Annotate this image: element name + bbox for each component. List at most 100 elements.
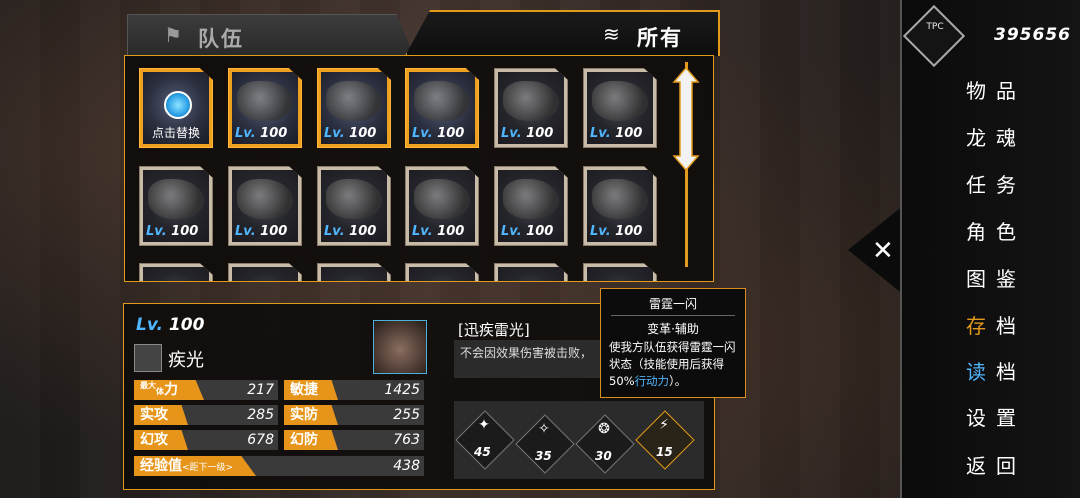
- dragon-card[interactable]: Lv. 100: [583, 68, 657, 148]
- dragon-portrait: [237, 179, 293, 219]
- lv-prefix: Lv.: [590, 224, 611, 239]
- swap-label: 点击替换: [151, 126, 200, 140]
- dragon-card[interactable]: [317, 263, 391, 281]
- dragon-card[interactable]: [405, 263, 479, 281]
- skill-cost: 15: [656, 445, 673, 459]
- menu-item-load-label: 读档: [966, 360, 1026, 384]
- skill-slot-bar: ✦ 45 ✧ 35 ❂ 30 ⚡ 15: [454, 401, 704, 479]
- stat-mdef-label: 幻防: [284, 430, 338, 450]
- dragon-card[interactable]: [228, 263, 302, 281]
- skill-name: [迅疾雷光]: [458, 321, 530, 339]
- dragon-name: 疾光: [168, 350, 204, 371]
- menu-item-codex[interactable]: 图鉴: [966, 263, 1026, 292]
- lv-prefix: Lv.: [324, 224, 345, 239]
- dragon-card[interactable]: [583, 263, 657, 281]
- dragon-grid: 点击替换 Lv. 100 Lv. 100 Lv. 100 Lv. 100 Lv.…: [124, 55, 714, 282]
- stat-hp-label: 最大体力: [134, 380, 204, 400]
- lv-value: 100: [260, 224, 288, 239]
- card-level: Lv. 100: [324, 126, 376, 141]
- card-level: Lv. 100: [412, 224, 464, 239]
- stat-hp-small2: 体: [156, 387, 164, 396]
- menu-item-load[interactable]: 读档: [966, 356, 1026, 385]
- dragon-card-swap[interactable]: 点击替换: [139, 68, 213, 148]
- menu-item-quests[interactable]: 任务: [966, 169, 1026, 198]
- skill-tooltip: 雷霆一闪 变革·辅助 使我方队伍获得雷霆一闪状态（技能使用后获得50%行动力）。: [600, 288, 746, 398]
- currency-value: 395656: [994, 25, 1071, 45]
- lv-value: 100: [526, 224, 554, 239]
- detail-level: Lv. 100: [136, 315, 204, 335]
- lv-prefix: Lv.: [412, 224, 433, 239]
- tab-all[interactable]: ≋ 所有: [405, 10, 720, 56]
- card-art: [409, 267, 475, 281]
- dragon-card[interactable]: Lv. 100: [228, 68, 302, 148]
- lv-prefix: Lv.: [235, 224, 256, 239]
- dragon-portrait: [326, 81, 382, 121]
- card-level: Lv. 100: [324, 224, 376, 239]
- card-level: Lv. 100: [501, 126, 553, 141]
- card-art: [321, 267, 387, 281]
- dragon-portrait: [414, 179, 470, 219]
- tab-team[interactable]: ⚑ 队伍: [127, 14, 414, 56]
- card-level: Lv. 100: [501, 224, 553, 239]
- menu-item-dragon-soul[interactable]: 龙魂: [966, 122, 1026, 151]
- tab-team-label: 队伍: [198, 27, 244, 51]
- swap-icon: [164, 91, 192, 119]
- card-art: [143, 267, 209, 281]
- equipped-item-pot-icon[interactable]: [373, 320, 427, 374]
- dragon-card[interactable]: Lv. 100: [405, 166, 479, 246]
- card-art: [587, 267, 653, 281]
- tooltip-title: 雷霆一闪: [648, 297, 697, 311]
- menu-item-items[interactable]: 物品: [966, 75, 1026, 104]
- menu-item-back[interactable]: 返回: [966, 450, 1026, 479]
- lv-value: 100: [168, 315, 205, 335]
- stat-matk-label: 幻攻: [134, 430, 188, 450]
- lv-value: 100: [437, 224, 465, 239]
- exp-label-main: 经验值: [140, 458, 182, 474]
- card-level: Lv. 100: [146, 224, 198, 239]
- lv-prefix: Lv.: [590, 126, 611, 141]
- dragon-card[interactable]: Lv. 100: [317, 166, 391, 246]
- lv-prefix: Lv.: [235, 126, 256, 141]
- dragon-portrait: [503, 81, 559, 121]
- dragon-portrait: [592, 179, 648, 219]
- lv-prefix: Lv.: [324, 126, 345, 141]
- lv-value: 100: [171, 224, 199, 239]
- lv-prefix: Lv.: [501, 224, 522, 239]
- menu-item-settings[interactable]: 设置: [966, 402, 1026, 431]
- dragon-card[interactable]: Lv. 100: [494, 166, 568, 246]
- dragon-portrait: [414, 81, 470, 121]
- tooltip-description: 使我方队伍获得雷霆一闪状态（技能使用后获得50%行动力）。: [609, 339, 741, 390]
- card-level: Lv. 100: [412, 126, 464, 141]
- dragon-card[interactable]: [139, 263, 213, 281]
- close-icon[interactable]: ✕: [872, 236, 894, 266]
- dragon-card[interactable]: Lv. 100: [583, 166, 657, 246]
- dragon-card[interactable]: Lv. 100: [317, 68, 391, 148]
- exp-label-sub: <距下一级>: [182, 463, 234, 473]
- card-level: Lv. 100: [235, 126, 287, 141]
- scrollbar-thumb[interactable]: [672, 68, 700, 170]
- card-art: [498, 267, 564, 281]
- lv-value: 100: [526, 126, 554, 141]
- dragon-card[interactable]: [494, 263, 568, 281]
- lv-value: 100: [260, 126, 288, 141]
- dragon-card[interactable]: Lv. 100: [494, 68, 568, 148]
- dragon-card[interactable]: Lv. 100: [405, 68, 479, 148]
- stat-hp-big: 力: [164, 382, 178, 398]
- lv-prefix: Lv.: [501, 126, 522, 141]
- menu-item-characters[interactable]: 角色: [966, 216, 1026, 245]
- layers-icon: ≋: [603, 22, 620, 46]
- dragon-portrait: [326, 179, 382, 219]
- lv-prefix: Lv.: [136, 315, 163, 335]
- skill-cost: 45: [474, 445, 491, 459]
- card-level: Lv. 100: [590, 224, 642, 239]
- dragon-card[interactable]: Lv. 100: [228, 166, 302, 246]
- tooltip-desc-b: ）。: [669, 374, 687, 388]
- stat-patk-label: 实攻: [134, 405, 188, 425]
- dragon-card[interactable]: Lv. 100: [139, 166, 213, 246]
- element-icon: [134, 344, 162, 372]
- menu-item-save[interactable]: 存档: [966, 310, 1026, 339]
- lv-value: 100: [615, 224, 643, 239]
- dragon-portrait: [148, 179, 204, 219]
- lv-value: 100: [349, 126, 377, 141]
- dragon-portrait: [237, 81, 293, 121]
